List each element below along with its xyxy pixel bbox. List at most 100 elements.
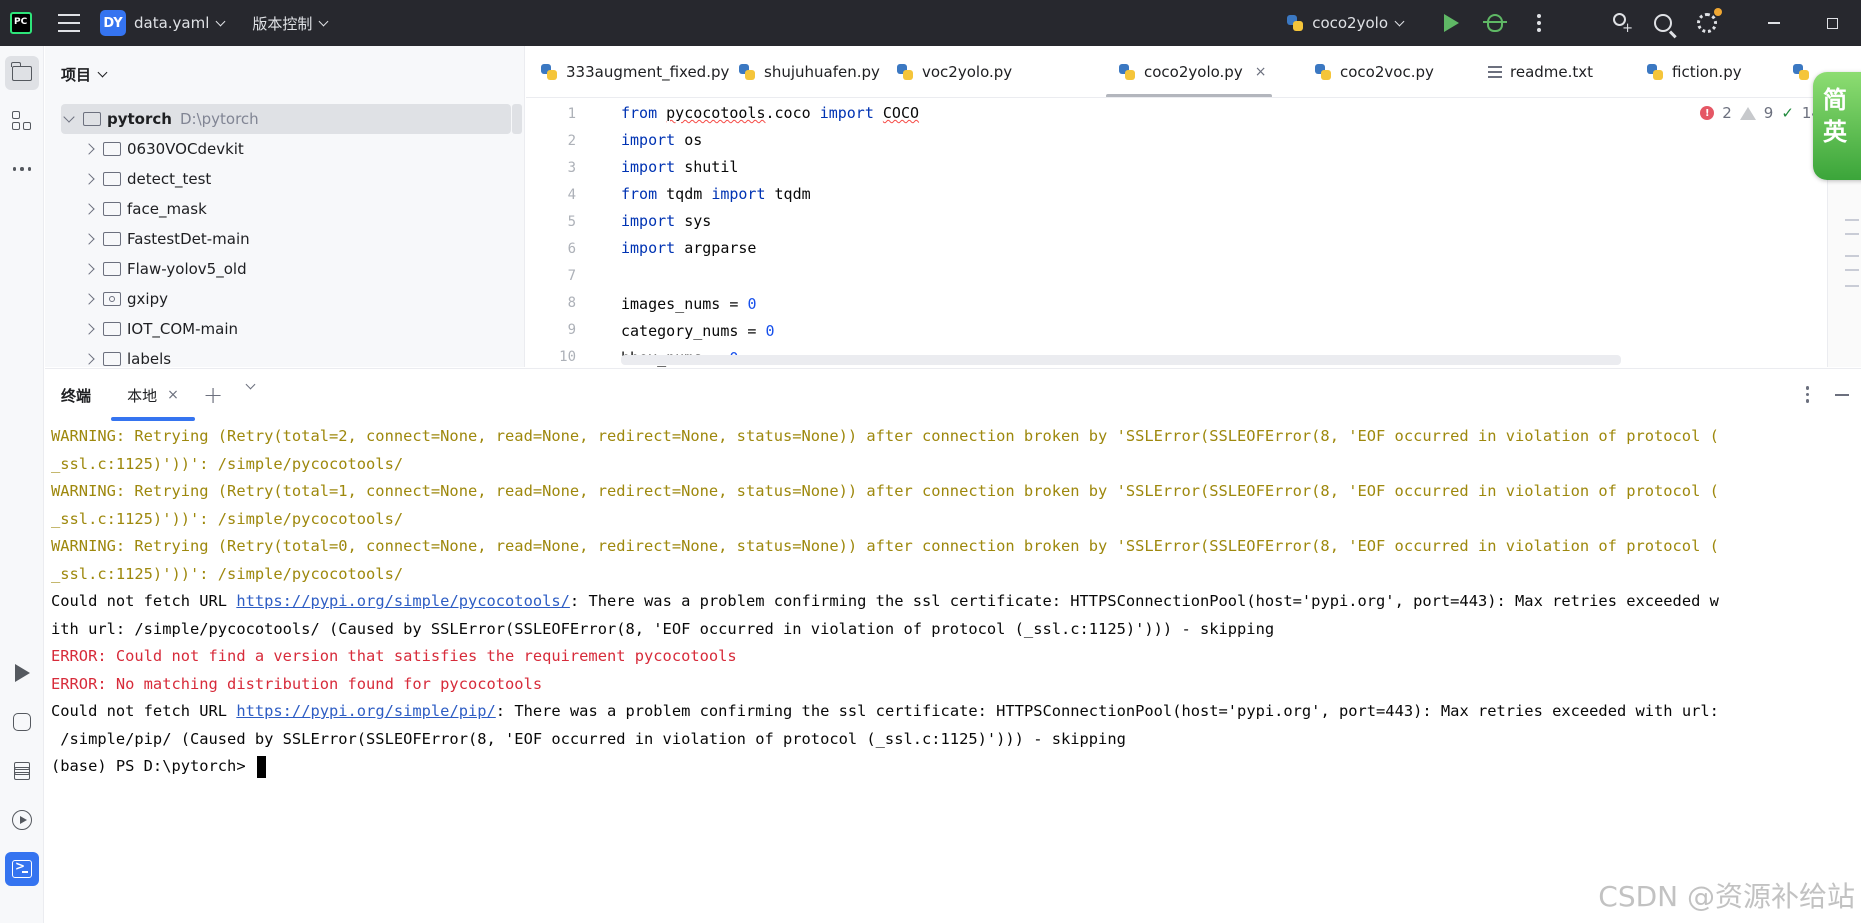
tree-item[interactable]: 0630VOCdevkit: [61, 134, 511, 164]
run-configuration-selector[interactable]: coco2yolo: [1286, 14, 1405, 32]
folder-icon: [11, 61, 32, 81]
project-panel-title: 项目: [61, 66, 92, 84]
python-icon: [1118, 63, 1136, 81]
terminal-options-button[interactable]: [1805, 386, 1809, 403]
tab-label: fiction.py: [1672, 63, 1742, 81]
python-packages-button[interactable]: [5, 754, 39, 788]
chevron-down-icon: [215, 16, 226, 26]
tab-readme[interactable]: readme.txt: [1488, 46, 1593, 97]
editor-horizontal-scrollbar[interactable]: [621, 355, 1621, 365]
project-tree: pytorch D:\pytorch 0630VOCdevkit detect_t…: [61, 104, 511, 367]
tab-coco2yolo[interactable]: coco2yolo.py ×: [1106, 46, 1273, 97]
tree-root-pytorch[interactable]: pytorch D:\pytorch: [61, 104, 511, 134]
restore-icon: [1826, 17, 1838, 29]
main-menu-icon[interactable]: [58, 14, 80, 32]
chevron-down-icon[interactable]: [63, 110, 75, 123]
settings-button[interactable]: [1685, 0, 1729, 46]
tab-voc2yolo[interactable]: voc2yolo.py: [896, 46, 1012, 97]
tree-item[interactable]: IOT_COM-main: [61, 314, 511, 344]
tab-shujuhuafen[interactable]: shujuhuafen.py: [738, 46, 880, 97]
chevron-right-icon[interactable]: [83, 353, 95, 365]
terminal-warning-line: WARNING: Retrying (Retry(total=2, connec…: [51, 427, 1719, 445]
terminal-line: Could not fetch URL https://pypi.org/sim…: [51, 592, 1719, 610]
add-user-icon: [1609, 13, 1633, 36]
folder-icon: [103, 202, 121, 216]
python-console-icon: [13, 713, 31, 731]
tree-item[interactable]: detect_test: [61, 164, 511, 194]
services-tool-button[interactable]: [5, 803, 39, 837]
chevron-right-icon[interactable]: [83, 263, 95, 275]
line-number: 8: [567, 295, 576, 311]
terminal-output[interactable]: WARNING: Retrying (Retry(total=2, connec…: [51, 423, 1857, 781]
chevron-down-icon: [318, 16, 329, 26]
tab-333augment-fixed[interactable]: 333augment_fixed.py: [540, 46, 729, 97]
tree-item[interactable]: face_mask: [61, 194, 511, 224]
tab-label: coco2yolo.py: [1144, 63, 1243, 81]
url-link[interactable]: https://pypi.org/simple/pycocotools/: [236, 592, 570, 610]
search-button[interactable]: [1641, 0, 1685, 46]
package-folder-icon: [103, 292, 121, 306]
minimize-icon[interactable]: [1835, 394, 1849, 396]
tree-item[interactable]: gxipy: [61, 284, 511, 314]
chevron-right-icon[interactable]: [83, 173, 95, 185]
vcs-label: 版本控制: [252, 14, 313, 33]
terminal-header: 终端 本地 × +: [45, 369, 1861, 421]
more-tools-button[interactable]: [5, 152, 39, 186]
tree-item[interactable]: Flaw-yolov5_old: [61, 254, 511, 284]
project-tool-button[interactable]: [5, 56, 39, 90]
close-icon[interactable]: ×: [1255, 64, 1267, 80]
chevron-down-icon[interactable]: [245, 379, 256, 390]
more-vertical-icon: [1537, 14, 1541, 32]
code-line-1: from pycocotools.coco import COCO: [621, 104, 920, 122]
code-editor[interactable]: 1 2 3 4 5 6 7 8 9 10 from pycocotools.coco import…: [526, 99, 1861, 367]
project-scrollbar[interactable]: [512, 104, 522, 134]
warning-icon: [1739, 106, 1756, 120]
more-actions-button[interactable]: [1517, 0, 1561, 46]
tree-item[interactable]: labels: [61, 344, 511, 367]
close-icon[interactable]: ×: [167, 387, 179, 403]
code-line-2: import os: [621, 131, 703, 149]
restore-button[interactable]: [1803, 0, 1861, 46]
python-icon: [1792, 63, 1810, 81]
terminal-line: ith url: /simple/pycocotools/ (Caused by…: [51, 619, 1275, 638]
minimize-button[interactable]: [1745, 0, 1803, 46]
tree-root-path: D:\pytorch: [179, 110, 259, 128]
chevron-right-icon[interactable]: [83, 203, 95, 215]
tree-item-label: detect_test: [127, 170, 212, 188]
ime-indicator[interactable]: 简 英: [1813, 72, 1861, 180]
inspection-widget[interactable]: ! 2 9 ✓ 14: [1700, 104, 1821, 122]
folder-icon: [103, 352, 121, 366]
tab-coco2voc[interactable]: coco2voc.py: [1314, 46, 1434, 97]
project-panel-header[interactable]: 项目: [61, 64, 108, 85]
structure-tool-button[interactable]: [5, 104, 39, 138]
terminal-prompt-line[interactable]: (base) PS D:\pytorch>: [51, 753, 1857, 781]
terminal-tool-button[interactable]: [5, 852, 39, 886]
python-icon: [540, 63, 558, 81]
watermark: CSDN @资源补给站: [1598, 880, 1855, 913]
url-link[interactable]: https://pypi.org/simple/pip/: [236, 702, 495, 720]
vcs-menu[interactable]: 版本控制: [252, 13, 329, 34]
chevron-right-icon[interactable]: [83, 143, 95, 155]
tree-item-label: 0630VOCdevkit: [127, 140, 244, 158]
line-number: 10: [559, 349, 576, 365]
chevron-right-icon[interactable]: [83, 293, 95, 305]
terminal-panel: 终端 本地 × + WARNING: Retrying (Retry(total…: [45, 368, 1861, 923]
left-tool-strip: [0, 46, 44, 923]
code-line-9: category_nums = 0: [621, 322, 775, 340]
chevron-right-icon[interactable]: [83, 233, 95, 245]
run-button[interactable]: [1429, 0, 1473, 46]
tree-item[interactable]: FastestDet-main: [61, 224, 511, 254]
ime-mode-english: 英: [1823, 118, 1847, 146]
project-switcher[interactable]: DY data.yaml: [100, 10, 226, 36]
code-with-me-button[interactable]: [1597, 0, 1641, 46]
chevron-right-icon[interactable]: [83, 323, 95, 335]
tab-fiction[interactable]: fiction.py: [1646, 46, 1742, 97]
structure-icon: [12, 111, 32, 131]
run-tool-button[interactable]: [5, 656, 39, 690]
terminal-tab-local[interactable]: 本地 ×: [111, 369, 195, 421]
debug-button[interactable]: [1473, 0, 1517, 46]
terminal-warning-line: WARNING: Retrying (Retry(total=0, connec…: [51, 537, 1719, 555]
new-terminal-button[interactable]: +: [203, 381, 223, 409]
run-icon: [14, 664, 30, 682]
python-console-button[interactable]: [5, 705, 39, 739]
